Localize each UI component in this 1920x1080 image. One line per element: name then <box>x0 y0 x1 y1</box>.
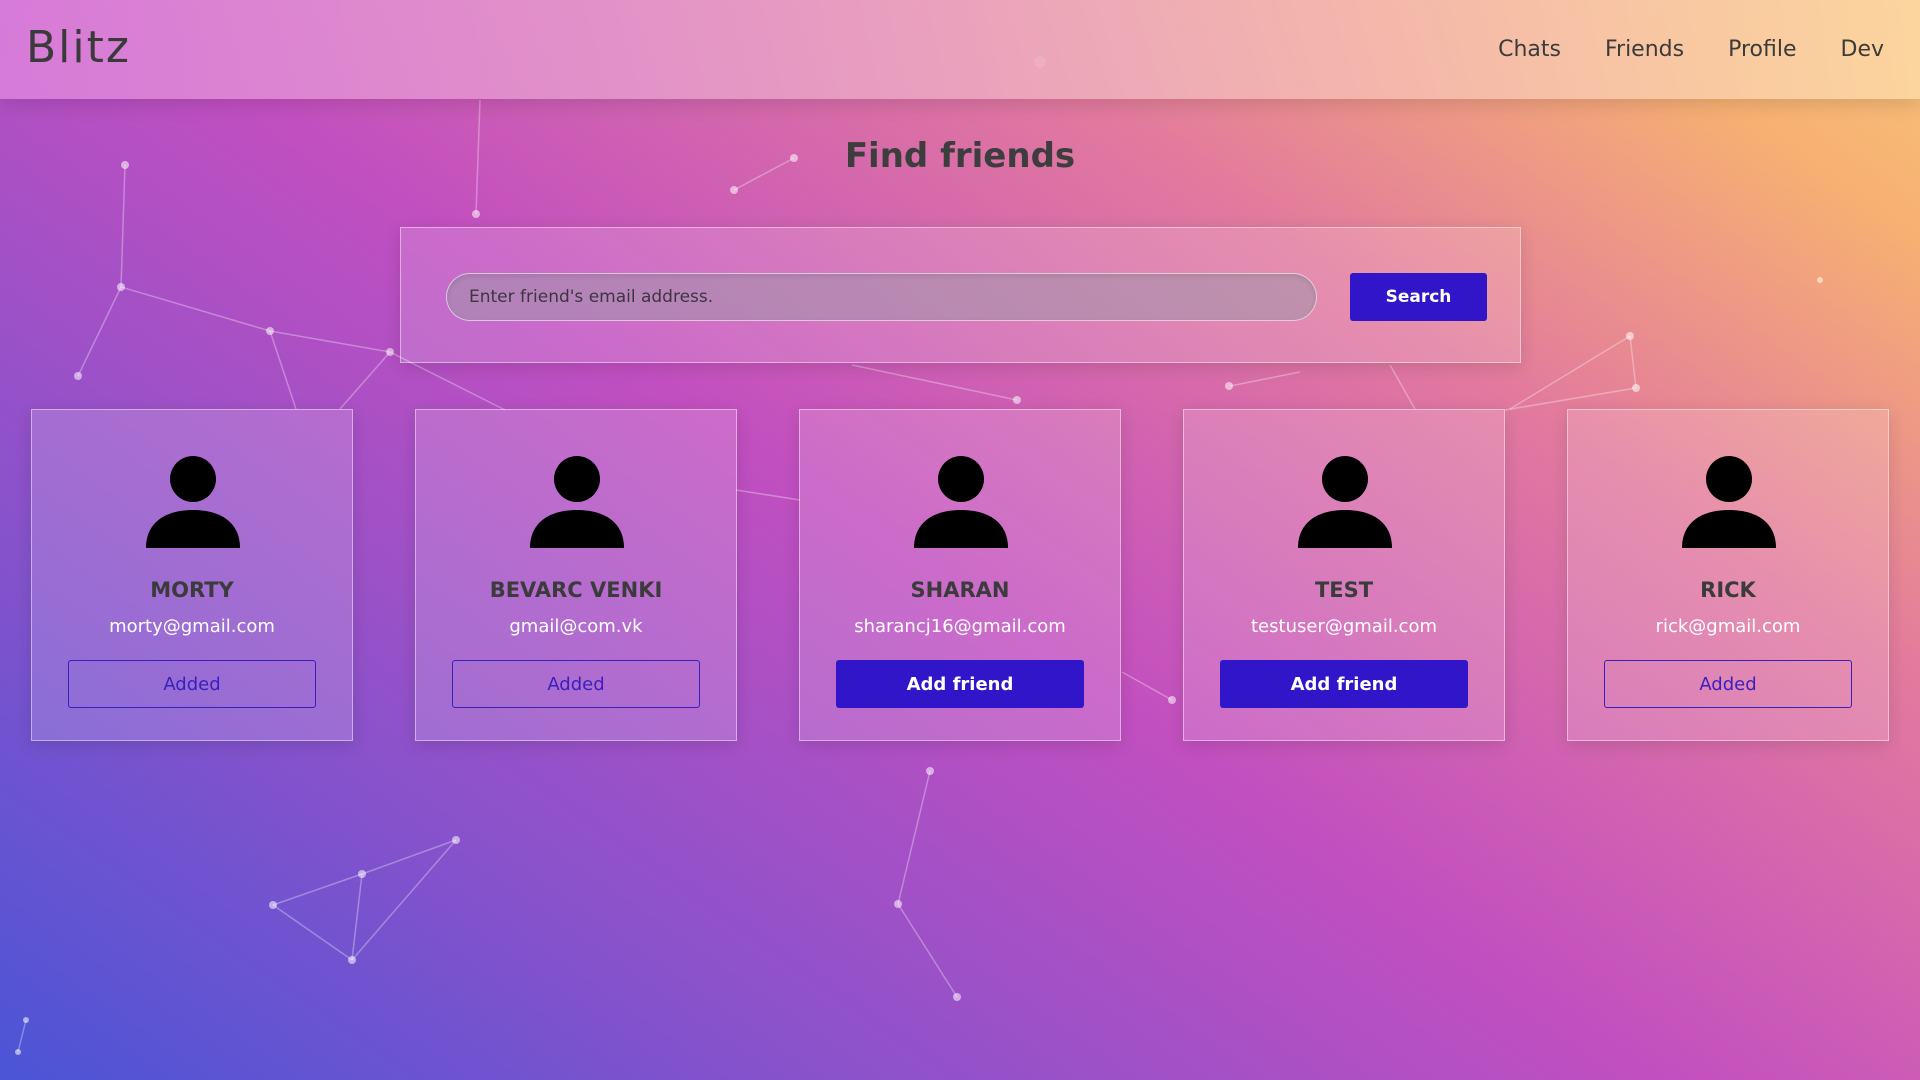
friend-email-search-input[interactable] <box>446 273 1317 321</box>
added-button[interactable]: Added <box>452 660 700 708</box>
user-email: rick@gmail.com <box>1655 616 1801 637</box>
top-navbar: Blitz Chats Friends Profile Dev <box>0 0 1920 99</box>
nav-link-friends[interactable]: Friends <box>1605 37 1684 62</box>
add-friend-button[interactable]: Add friend <box>1220 660 1468 708</box>
user-name: SHARAN <box>910 578 1010 602</box>
user-name: BEVARC VENKI <box>489 578 663 602</box>
nav-link-chats[interactable]: Chats <box>1498 37 1561 62</box>
user-avatar-icon <box>530 456 624 548</box>
user-avatar-icon <box>146 456 240 548</box>
user-avatar-icon <box>1298 456 1392 548</box>
page-title: Find friends <box>844 136 1076 176</box>
nav-link-dev[interactable]: Dev <box>1841 37 1885 62</box>
user-email: sharancj16@gmail.com <box>854 616 1066 637</box>
user-email: morty@gmail.com <box>109 616 275 637</box>
user-card-sharan: SHARAN sharancj16@gmail.com Add friend <box>799 409 1121 741</box>
user-card-test: TEST testuser@gmail.com Add friend <box>1183 409 1505 741</box>
nav-link-profile[interactable]: Profile <box>1728 37 1796 62</box>
user-card-morty: MORTY morty@gmail.com Added <box>31 409 353 741</box>
user-email: gmail@com.vk <box>509 616 643 637</box>
user-name: TEST <box>1314 578 1374 602</box>
user-name: MORTY <box>150 578 234 602</box>
user-email: testuser@gmail.com <box>1251 616 1437 637</box>
user-name: RICK <box>1700 578 1756 602</box>
user-avatar-icon <box>1682 456 1776 548</box>
added-button[interactable]: Added <box>1604 660 1852 708</box>
add-friend-button[interactable]: Add friend <box>836 660 1084 708</box>
app-logo[interactable]: Blitz <box>26 22 131 73</box>
added-button[interactable]: Added <box>68 660 316 708</box>
user-card-rick: RICK rick@gmail.com Added <box>1567 409 1889 741</box>
search-panel: Search <box>400 227 1521 363</box>
user-avatar-icon <box>914 456 1008 548</box>
nav-menu: Chats Friends Profile Dev <box>1498 0 1920 99</box>
user-card-bevarc-venki: BEVARC VENKI gmail@com.vk Added <box>415 409 737 741</box>
search-button[interactable]: Search <box>1350 273 1487 321</box>
